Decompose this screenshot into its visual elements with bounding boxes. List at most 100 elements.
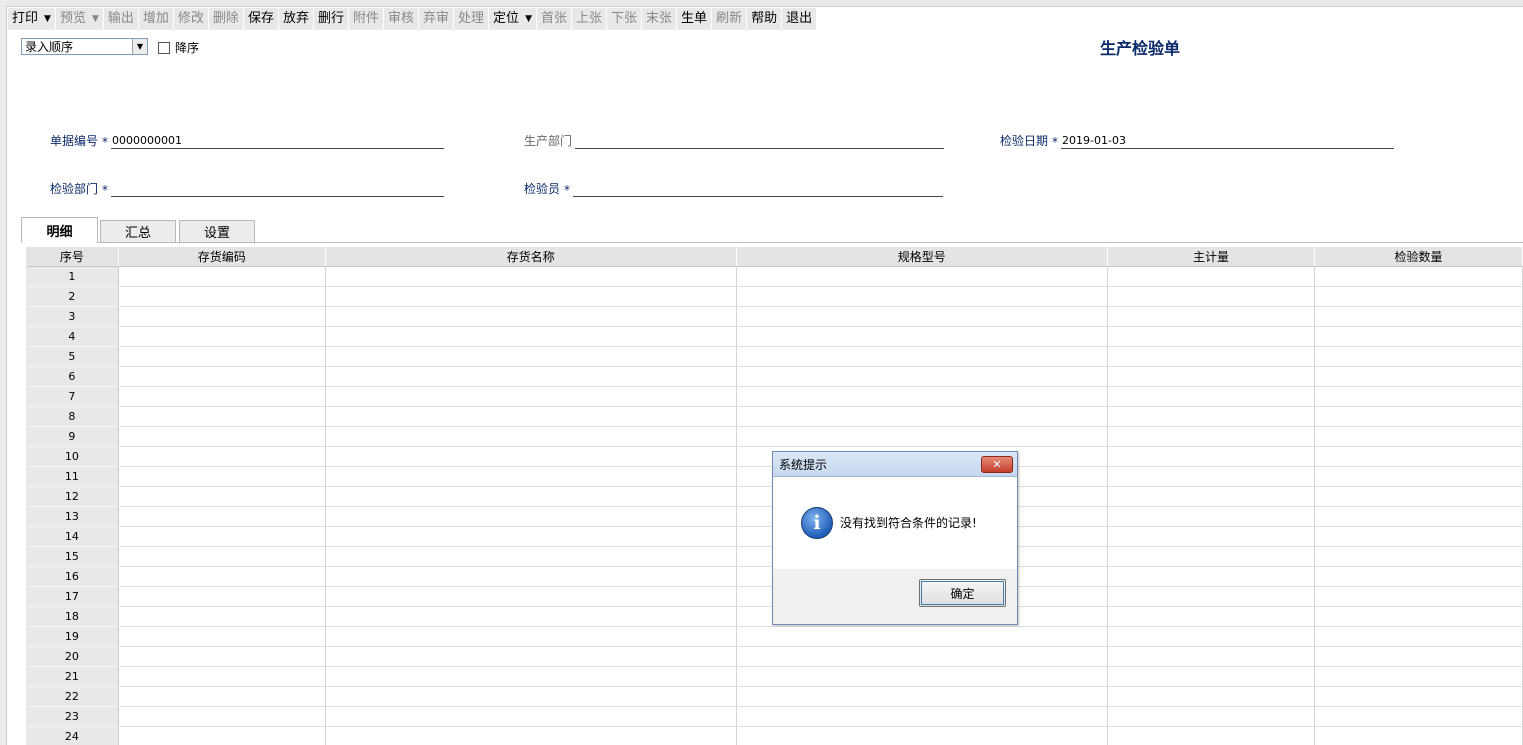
grid-cell[interactable] xyxy=(1314,406,1523,427)
descending-checkbox[interactable]: 降序 xyxy=(158,39,199,56)
tab-detail[interactable]: 明细 xyxy=(21,217,98,243)
grid-cell[interactable] xyxy=(736,386,1108,407)
grid-cell[interactable] xyxy=(118,266,326,287)
ok-button[interactable]: 确定 xyxy=(919,579,1006,607)
grid-cell[interactable] xyxy=(1314,326,1523,347)
grid-cell[interactable] xyxy=(1107,646,1315,667)
grid-cell[interactable] xyxy=(325,306,737,327)
grid-cell[interactable] xyxy=(118,386,326,407)
grid-cell[interactable] xyxy=(118,626,326,647)
dialog-titlebar[interactable]: 系统提示 ✕ xyxy=(773,452,1017,477)
grid-cell[interactable] xyxy=(118,726,326,745)
toolbar-button-14[interactable]: 首张 xyxy=(536,8,572,30)
chevron-down-icon[interactable]: ▼ xyxy=(44,8,51,30)
grid-cell[interactable] xyxy=(1107,666,1315,687)
grid-cell[interactable] xyxy=(1314,646,1523,667)
grid-cell[interactable] xyxy=(1107,486,1315,507)
grid-cell[interactable] xyxy=(118,426,326,447)
toolbar-button-21[interactable]: 退出 xyxy=(782,8,818,30)
toolbar-button-10[interactable]: 审核 xyxy=(384,8,420,30)
grid-cell[interactable] xyxy=(736,406,1108,427)
toolbar-button-16[interactable]: 下张 xyxy=(607,8,643,30)
grid-cell[interactable] xyxy=(325,646,737,667)
grid-cell[interactable] xyxy=(325,666,737,687)
table-row[interactable]: 7 xyxy=(26,386,1523,407)
table-row[interactable]: 20 xyxy=(26,646,1523,667)
grid-cell[interactable] xyxy=(1314,606,1523,627)
toolbar-button-12[interactable]: 处理 xyxy=(454,8,490,30)
row-number[interactable]: 4 xyxy=(26,326,119,347)
grid-cell[interactable] xyxy=(118,346,326,367)
grid-cell[interactable] xyxy=(736,366,1108,387)
table-row[interactable]: 23 xyxy=(26,706,1523,727)
inspector-input[interactable] xyxy=(573,183,944,197)
toolbar-button-0[interactable]: 打印 ▼ xyxy=(8,8,56,30)
toolbar-button-2[interactable]: 输出 xyxy=(103,8,139,30)
grid-cell[interactable] xyxy=(325,466,737,487)
table-row[interactable]: 21 xyxy=(26,666,1523,687)
grid-cell[interactable] xyxy=(325,426,737,447)
col-header-item-name[interactable]: 存货名称 xyxy=(325,247,737,267)
table-row[interactable]: 22 xyxy=(26,686,1523,707)
row-number[interactable]: 9 xyxy=(26,426,119,447)
chevron-down-icon[interactable]: ▼ xyxy=(92,8,99,30)
grid-cell[interactable] xyxy=(1314,366,1523,387)
table-row[interactable]: 9 xyxy=(26,426,1523,447)
sort-order-select[interactable]: 录入顺序 ▼ xyxy=(21,38,148,55)
grid-cell[interactable] xyxy=(736,626,1108,647)
row-number[interactable]: 20 xyxy=(26,646,119,667)
grid-cell[interactable] xyxy=(1314,666,1523,687)
grid-cell[interactable] xyxy=(325,606,737,627)
grid-cell[interactable] xyxy=(736,426,1108,447)
row-number[interactable]: 2 xyxy=(26,286,119,307)
toolbar-button-9[interactable]: 附件 xyxy=(348,8,384,30)
toolbar-button-3[interactable]: 增加 xyxy=(138,8,174,30)
col-header-item-code[interactable]: 存货编码 xyxy=(118,247,326,267)
grid-cell[interactable] xyxy=(118,486,326,507)
checkbox-box[interactable] xyxy=(158,41,170,54)
grid-cell[interactable] xyxy=(736,646,1108,667)
row-number[interactable]: 5 xyxy=(26,346,119,367)
grid-cell[interactable] xyxy=(325,326,737,347)
row-number[interactable]: 7 xyxy=(26,386,119,407)
toolbar-button-4[interactable]: 修改 xyxy=(173,8,209,30)
table-row[interactable]: 4 xyxy=(26,326,1523,347)
table-row[interactable]: 1 xyxy=(26,266,1523,287)
row-number[interactable]: 14 xyxy=(26,526,119,547)
tab-summary[interactable]: 汇总 xyxy=(100,220,176,242)
row-number[interactable]: 17 xyxy=(26,586,119,607)
toolbar-button-5[interactable]: 删除 xyxy=(208,8,244,30)
grid-cell[interactable] xyxy=(1107,506,1315,527)
grid-cell[interactable] xyxy=(325,266,737,287)
toolbar-button-18[interactable]: 生单 xyxy=(677,8,713,30)
table-row[interactable]: 6 xyxy=(26,366,1523,387)
grid-cell[interactable] xyxy=(736,706,1108,727)
grid-cell[interactable] xyxy=(118,326,326,347)
toolbar-button-20[interactable]: 帮助 xyxy=(747,8,783,30)
grid-cell[interactable] xyxy=(1314,386,1523,407)
table-row[interactable]: 5 xyxy=(26,346,1523,367)
grid-cell[interactable] xyxy=(325,406,737,427)
grid-cell[interactable] xyxy=(1314,346,1523,367)
row-number[interactable]: 13 xyxy=(26,506,119,527)
table-row[interactable]: 19 xyxy=(26,626,1523,647)
doc-no-input[interactable]: 0000000001 xyxy=(111,135,445,149)
grid-cell[interactable] xyxy=(1314,686,1523,707)
grid-cell[interactable] xyxy=(325,286,737,307)
grid-cell[interactable] xyxy=(736,286,1108,307)
grid-cell[interactable] xyxy=(1107,426,1315,447)
inspect-date-input[interactable]: 2019-01-03 xyxy=(1061,135,1395,149)
grid-cell[interactable] xyxy=(118,566,326,587)
tab-settings[interactable]: 设置 xyxy=(179,220,255,242)
row-number[interactable]: 18 xyxy=(26,606,119,627)
toolbar-button-19[interactable]: 刷新 xyxy=(712,8,748,30)
row-number[interactable]: 8 xyxy=(26,406,119,427)
grid-cell[interactable] xyxy=(118,646,326,667)
grid-cell[interactable] xyxy=(1314,306,1523,327)
inspect-dept-input[interactable] xyxy=(111,183,445,197)
row-number[interactable]: 11 xyxy=(26,466,119,487)
grid-cell[interactable] xyxy=(1107,726,1315,745)
toolbar-button-17[interactable]: 末张 xyxy=(642,8,678,30)
grid-cell[interactable] xyxy=(1107,546,1315,567)
chevron-down-icon[interactable]: ▼ xyxy=(525,8,532,30)
